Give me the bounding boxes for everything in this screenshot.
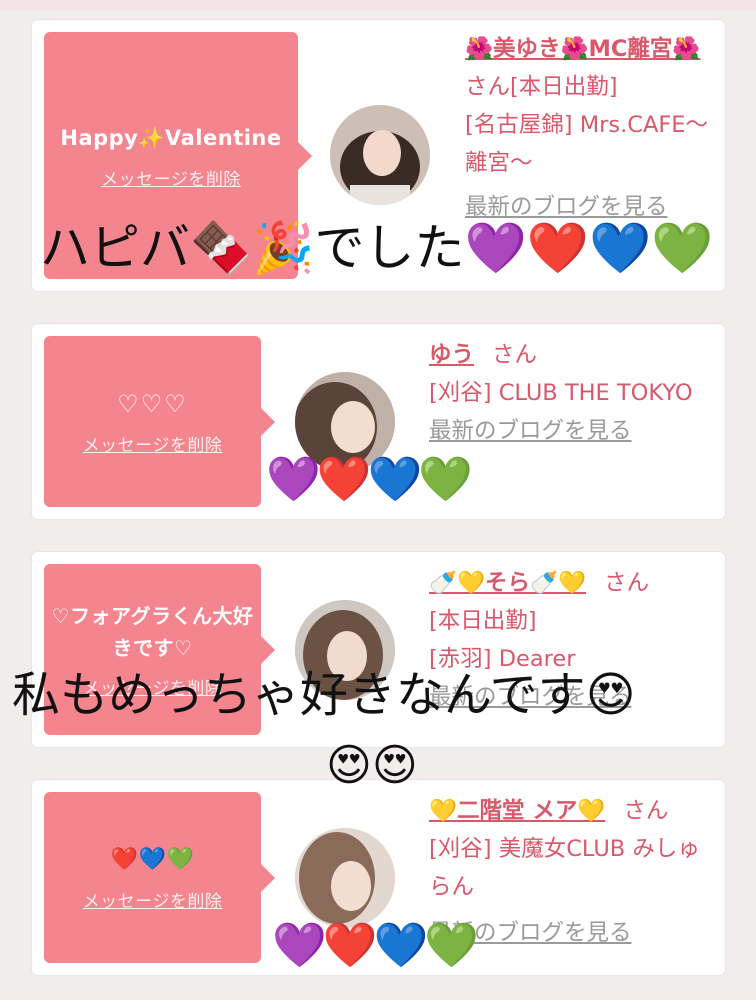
profile-name-link[interactable]: 💛二階堂 メア💛	[429, 798, 605, 824]
profile-name-link[interactable]: 🌺美ゆき🌺MC離宮🌺	[465, 36, 700, 62]
message-bubble: ❤️💙💚 メッセージを削除	[44, 792, 275, 963]
status-label: [本日出勤]	[510, 74, 618, 100]
overlay-caption-emoji: 😍😍	[326, 740, 418, 791]
message-bubble: ♡♡♡ メッセージを削除	[44, 336, 275, 507]
avatar[interactable]	[295, 828, 395, 928]
delete-message-link[interactable]: メッセージを削除	[101, 165, 241, 190]
san-label: さん	[492, 342, 538, 368]
profile-info: ゆう さん [刈谷] CLUB THE TOKYO 最新のブログを見る	[429, 336, 714, 450]
avatar[interactable]	[330, 105, 430, 205]
message-text: Happy✨Valentine	[60, 126, 282, 150]
overlay-hearts: 💜❤️💙💚	[272, 920, 479, 971]
shop-label: [名古屋錦] Mrs.CAFE〜離宮〜	[465, 112, 709, 176]
profile-info: 🌺美ゆき🌺MC離宮🌺 さん[本日出勤] [名古屋錦] Mrs.CAFE〜離宮〜 …	[465, 30, 715, 226]
delete-message-link[interactable]: メッセージを削除	[83, 431, 223, 456]
overlay-hearts: 💜❤️💙💚	[266, 454, 473, 505]
profile-name-link[interactable]: ゆう	[429, 342, 474, 368]
avatar-photo	[295, 828, 395, 928]
top-bar	[0, 0, 756, 10]
status-label: [本日出勤]	[429, 608, 537, 634]
overlay-caption: 私もめっちゃ好きなんです😍	[12, 667, 636, 723]
message-text: ❤️💙💚	[110, 847, 195, 872]
overlay-caption: ハピバ🍫🎉でした💜❤️💙💚	[40, 219, 714, 277]
shop-label: [刈谷] CLUB THE TOKYO	[429, 380, 693, 406]
san-label: さん	[465, 74, 511, 100]
delete-message-link[interactable]: メッセージを削除	[83, 887, 223, 912]
blog-link[interactable]: 最新のブログを見る	[465, 194, 668, 220]
blog-link[interactable]: 最新のブログを見る	[429, 418, 632, 444]
shop-label: [刈谷] 美魔女CLUB みしゅらん	[429, 836, 700, 900]
profile-name-link[interactable]: 🍼💛そら🍼💛	[429, 570, 586, 596]
message-text: ♡フォアグラくん大好きです♡	[51, 604, 254, 660]
message-text: ♡♡♡	[117, 390, 188, 418]
san-label: さん	[623, 798, 669, 824]
avatar-photo	[330, 105, 430, 205]
san-label: さん	[604, 570, 650, 596]
